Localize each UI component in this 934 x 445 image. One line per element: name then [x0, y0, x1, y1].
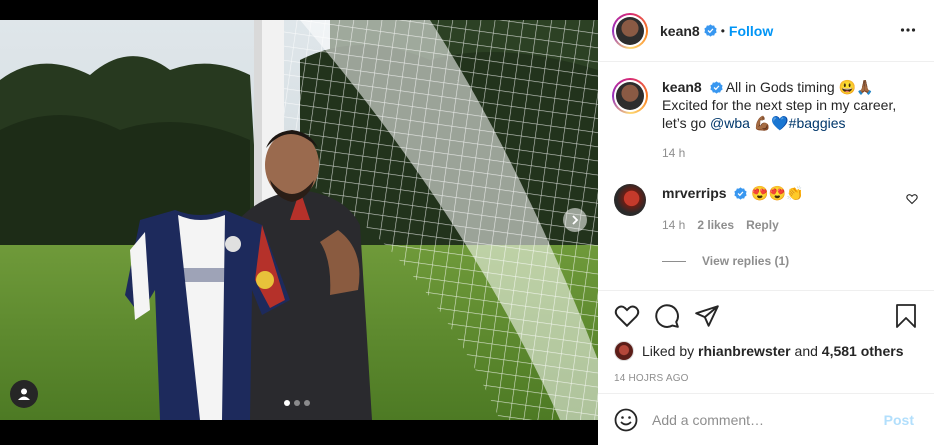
follow-button[interactable]: Follow — [729, 23, 773, 39]
author-username[interactable]: kean8 — [660, 23, 700, 39]
caption-line-2: Excited for the next step in my career, — [662, 97, 897, 113]
comment-bubble-icon — [655, 304, 679, 328]
carousel-dot — [294, 400, 300, 406]
more-options-button[interactable] — [900, 22, 916, 43]
likes-prefix: Liked by — [642, 343, 695, 359]
post-comment-button[interactable]: Post — [884, 412, 914, 428]
author-avatar[interactable] — [612, 12, 648, 49]
post-image-graphic — [0, 20, 598, 420]
comment-text: 😍😍👏 — [751, 185, 804, 201]
comments-section: kean8 All in Gods timing 😃🙏🏾 Excited for… — [598, 62, 934, 290]
likes-summary: Liked by rhianbrewster and 4,581 others — [614, 341, 918, 361]
comment-button[interactable] — [654, 303, 680, 329]
save-button[interactable] — [894, 303, 918, 334]
view-replies-button[interactable]: View replies (1) — [662, 254, 918, 268]
commenter-avatar[interactable] — [614, 184, 646, 216]
post-actions: Liked by rhianbrewster and 4,581 others … — [598, 290, 934, 393]
comment-meta: 14 h 2 likes Reply — [662, 216, 804, 234]
comment-time[interactable]: 14 h — [662, 216, 685, 234]
more-horizontal-icon — [900, 28, 916, 32]
caption-meta: 14 h — [662, 144, 896, 162]
comment-item: mrverrips 😍😍👏 14 h 2 likes Reply — [612, 184, 918, 234]
action-icons — [614, 301, 918, 331]
comment-likes[interactable]: 2 likes — [697, 216, 734, 234]
caption-author-avatar[interactable] — [612, 78, 648, 114]
likes-others[interactable]: 4,581 others — [822, 343, 904, 359]
caption: kean8 All in Gods timing 😃🙏🏾 Excited for… — [612, 78, 918, 162]
caption-body: kean8 All in Gods timing 😃🙏🏾 Excited for… — [662, 78, 896, 162]
caption-username[interactable]: kean8 — [662, 79, 702, 95]
caption-line-1: All in Gods timing 😃🙏🏾 — [725, 79, 874, 95]
user-tag-icon — [18, 388, 30, 400]
like-button[interactable] — [614, 303, 640, 329]
follow-separator: • — [720, 23, 725, 38]
comment-like-button[interactable] — [906, 192, 918, 210]
heart-icon — [906, 194, 918, 205]
emoji-button[interactable] — [614, 408, 638, 432]
carousel-dot — [284, 400, 290, 406]
liker-avatar[interactable] — [614, 341, 634, 361]
mention-link[interactable]: @wba — [710, 115, 750, 131]
comment-input[interactable] — [652, 411, 884, 428]
comment-composer: Post — [598, 393, 934, 445]
verified-badge-icon — [704, 24, 717, 37]
commenter-username[interactable]: mrverrips — [662, 185, 727, 201]
carousel-next-button[interactable] — [563, 208, 587, 232]
post-photo-area — [0, 0, 598, 445]
post-image[interactable] — [0, 20, 598, 420]
comment-reply-button[interactable]: Reply — [746, 216, 779, 234]
post-side-panel: kean8 • Follow kean8 All in Gods timing … — [598, 0, 934, 445]
liker-username[interactable]: rhianbrewster — [698, 343, 791, 359]
likes-joiner: and — [794, 343, 818, 359]
view-replies-label: View replies (1) — [702, 254, 790, 268]
post-timestamp[interactable]: 14 HOJRS AGO — [614, 373, 918, 384]
verified-badge-icon — [734, 187, 748, 200]
tagged-users-button[interactable] — [10, 380, 38, 408]
chevron-right-icon — [572, 215, 579, 225]
caption-emojis: 💪🏾💙 — [749, 115, 789, 131]
bookmark-icon — [896, 304, 916, 328]
share-button[interactable] — [694, 303, 720, 329]
verified-badge-icon — [710, 81, 723, 94]
heart-icon — [614, 305, 640, 328]
comment-body: mrverrips 😍😍👏 14 h 2 likes Reply — [662, 184, 804, 234]
caption-line-3-prefix: let’s go — [662, 115, 710, 131]
paper-plane-icon — [695, 305, 719, 327]
post-header: kean8 • Follow — [598, 0, 934, 62]
view-replies-line — [662, 260, 686, 262]
hashtag-link[interactable]: #baggies — [789, 115, 846, 131]
caption-time[interactable]: 14 h — [662, 144, 685, 162]
smiley-icon — [614, 408, 638, 431]
carousel-indicators — [284, 400, 310, 406]
carousel-dot — [304, 400, 310, 406]
